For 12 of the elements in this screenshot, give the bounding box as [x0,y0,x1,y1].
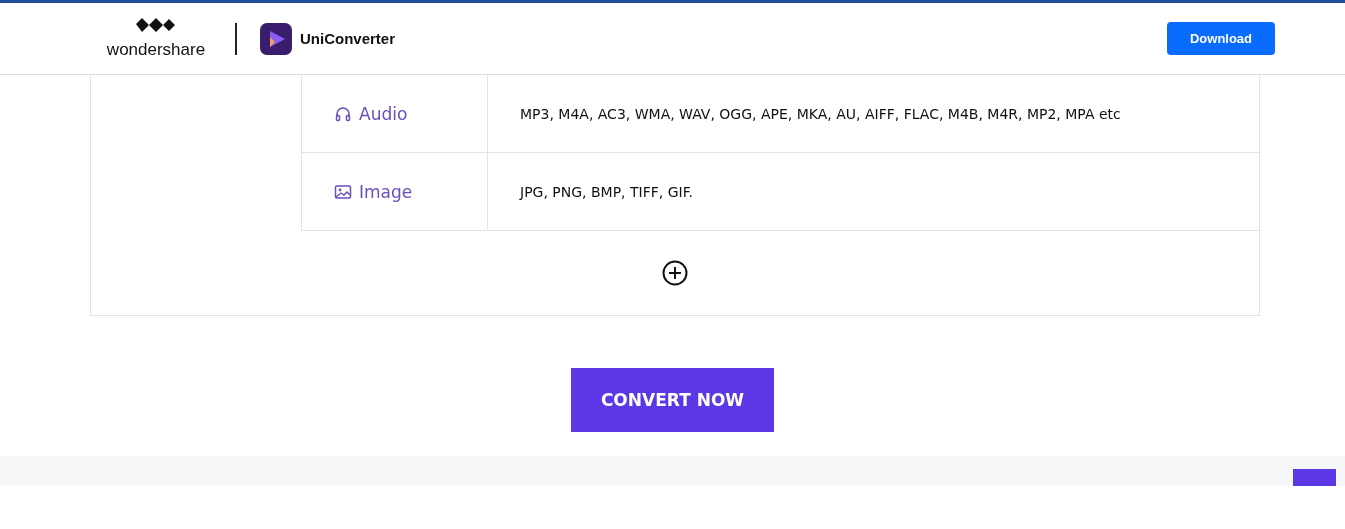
format-list: MP3, M4A, AC3, WMA, WAV, OGG, APE, MKA, AU, AIFF, FLAC, M4B, M4R, MP2, MPA etc [520,105,1121,122]
app-logo-icon [260,22,292,55]
headphones-icon [334,104,352,123]
download-button[interactable]: Download [1167,22,1275,55]
format-category: Image [359,181,413,202]
format-category: Audio [359,103,408,124]
format-list: JPG, PNG, BMP, TIFF, GIF. [520,183,693,200]
convert-button[interactable]: CONVERT NOW [571,368,774,432]
product-name: UniConverter [300,30,396,47]
image-icon [334,182,352,201]
brand-name: wondershare [106,39,206,60]
add-icon[interactable] [662,260,688,286]
